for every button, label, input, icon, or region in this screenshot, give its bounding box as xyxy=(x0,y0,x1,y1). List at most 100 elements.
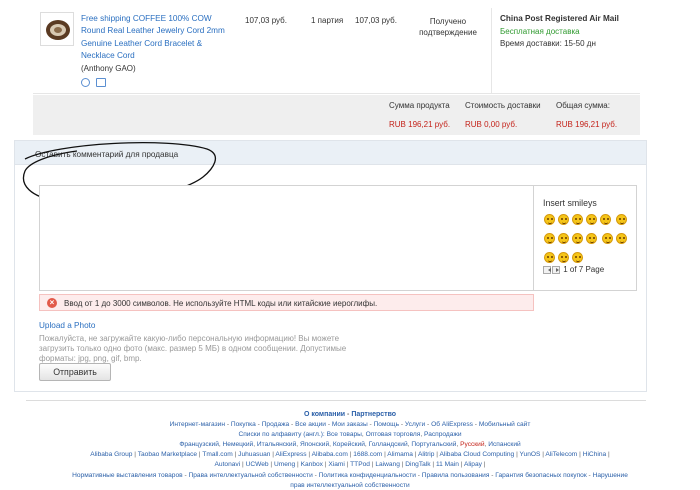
footer-line-4: Alibaba Group | Taobao Marketplace | Tma… xyxy=(90,451,610,459)
footer-link[interactable]: Политика конфиденциальности xyxy=(319,472,416,479)
footer-link[interactable]: Оптовая торговля xyxy=(366,431,421,438)
seller-comment-panel: Оставить комментарий для продавца Insert… xyxy=(14,140,647,392)
footer-link[interactable]: Итальянский xyxy=(257,441,296,448)
smiley-icon[interactable] xyxy=(544,252,555,263)
footer-link[interactable]: Интернет-магазин xyxy=(170,421,225,428)
footer-link[interactable]: Alibaba Group xyxy=(90,451,132,458)
site-footer: О компании - Партнерство Интернет-магази… xyxy=(0,410,700,490)
smiley-icon[interactable] xyxy=(558,252,569,263)
footer-link-russian[interactable]: Русский xyxy=(460,441,484,448)
footer-link[interactable]: DingTalk xyxy=(405,461,430,468)
footer-link[interactable]: TTPod xyxy=(350,461,370,468)
shipping-cost-value: RUB 0,00 руб. xyxy=(465,120,518,129)
footer-link[interactable]: Alimama xyxy=(387,451,413,458)
footer-link[interactable]: Kanbox xyxy=(301,461,323,468)
card-icon[interactable] xyxy=(96,78,106,87)
footer-link[interactable]: Alipay xyxy=(464,461,482,468)
smiley-icon[interactable] xyxy=(572,233,583,244)
error-text: Ввод от 1 до 3000 символов. Не используй… xyxy=(64,299,378,308)
footer-link[interactable]: Alibaba Cloud Computing xyxy=(439,451,514,458)
footer-link[interactable]: Xiami xyxy=(328,461,345,468)
smiley-icon[interactable] xyxy=(602,233,614,244)
upload-photo-link[interactable]: Upload a Photo xyxy=(39,321,95,330)
footer-link[interactable]: Autonavi xyxy=(215,461,241,468)
footer-link[interactable]: Все акции xyxy=(295,421,326,428)
footer-link[interactable]: Все товары xyxy=(327,431,362,438)
footer-link[interactable]: Alibaba.com xyxy=(312,451,348,458)
smiley-icon[interactable] xyxy=(558,233,569,244)
smiley-icon[interactable] xyxy=(572,252,583,263)
footer-link[interactable]: Alitrip xyxy=(418,451,435,458)
product-thumbnail[interactable] xyxy=(40,12,74,46)
footer-divider xyxy=(26,400,646,401)
shipping-method: China Post Registered Air Mail xyxy=(500,14,619,23)
footer-link[interactable]: Японский xyxy=(300,441,329,448)
footer-link[interactable]: AliExpress xyxy=(275,451,306,458)
item-total-price: 107,03 руб. xyxy=(355,16,397,25)
footer-link[interactable]: Услуги xyxy=(405,421,425,428)
smiley-icon[interactable] xyxy=(616,233,628,244)
order-item-row: Free shipping COFFEE 100% COW Round Real… xyxy=(33,8,640,94)
footer-link[interactable]: Голландский xyxy=(369,441,408,448)
smileys-pager: 1 of 7 Page xyxy=(543,265,604,274)
footer-link[interactable]: Немецкий xyxy=(223,441,254,448)
footer-link[interactable]: 1688.com xyxy=(353,451,382,458)
footer-link-spanish[interactable]: Испанский xyxy=(488,441,520,448)
send-button[interactable]: Отправить xyxy=(39,363,111,381)
footer-link[interactable]: AliTelecom xyxy=(545,451,577,458)
footer-link[interactable]: HiChina xyxy=(583,451,606,458)
footer-line-5: Autonavi | UCWeb | Umeng | Kanbox | Xiam… xyxy=(214,461,486,469)
footer-line-6: Нормативные выставления товаров - Права … xyxy=(72,471,628,479)
footer-link[interactable]: Гарантия безопасных покупок xyxy=(495,472,586,479)
error-icon: × xyxy=(47,298,57,308)
smiley-icon[interactable] xyxy=(544,233,555,244)
footer-line-7[interactable]: прав интеллектуальной собственности xyxy=(0,481,700,490)
footer-link[interactable]: Нарушение xyxy=(593,472,628,479)
error-message-bar: × Ввод от 1 до 3000 символов. Не использ… xyxy=(39,294,534,311)
prev-page-icon[interactable] xyxy=(543,265,551,274)
smiley-icon[interactable] xyxy=(572,214,583,225)
footer-link[interactable]: Покупка xyxy=(231,421,256,428)
smiley-icon[interactable] xyxy=(544,214,555,225)
footer-link[interactable]: 11 Main xyxy=(436,461,459,468)
footer-link[interactable]: Мобильный сайт xyxy=(479,421,531,428)
footer-link[interactable]: Мои заказы xyxy=(332,421,368,428)
product-title-link[interactable]: Free shipping COFFEE 100% COW Round Real… xyxy=(81,13,236,63)
smiley-icon[interactable] xyxy=(558,214,569,225)
footer-link[interactable]: Tmall.com xyxy=(202,451,232,458)
smiley-icon[interactable] xyxy=(586,233,597,244)
footer-link[interactable]: UCWeb xyxy=(246,461,269,468)
alarm-clock-icon[interactable] xyxy=(81,78,90,87)
footer-link[interactable]: Помощь xyxy=(374,421,399,428)
footer-link-partnership[interactable]: Партнерство xyxy=(351,411,396,418)
footer-link[interactable]: Права интеллектуальной собственности xyxy=(189,472,313,479)
footer-link-company[interactable]: О компании xyxy=(304,411,345,418)
comment-textarea[interactable] xyxy=(39,185,534,291)
footer-link[interactable]: Правила пользования xyxy=(422,472,490,479)
footer-link[interactable]: Umeng xyxy=(274,461,295,468)
smiley-grid xyxy=(544,214,634,271)
smiley-icon[interactable] xyxy=(616,214,628,225)
footer-link[interactable]: Французский xyxy=(179,441,219,448)
footer-link[interactable]: Нормативные выставления товаров xyxy=(72,472,183,479)
footer-link[interactable]: Португальский xyxy=(411,441,456,448)
footer-link[interactable]: Laiwang xyxy=(375,461,400,468)
footer-link[interactable]: Juhuasuan xyxy=(238,451,270,458)
unit-price: 107,03 руб. xyxy=(245,16,287,25)
next-page-icon[interactable] xyxy=(552,265,560,274)
footer-link[interactable]: Taobao Marketplace xyxy=(138,451,197,458)
footer-link[interactable]: YunOS xyxy=(520,451,541,458)
product-sum: Сумма продукта RUB 196,21 руб. xyxy=(389,101,450,129)
footer-link[interactable]: Распродажи xyxy=(424,431,462,438)
seller-name: (Anthony GAO) xyxy=(81,64,136,73)
shipping-cost-label: Стоимость доставки xyxy=(465,101,541,110)
smiley-icon[interactable] xyxy=(600,214,611,225)
footer-link[interactable]: Об AliExpress xyxy=(431,421,473,428)
footer-link[interactable]: Продажа xyxy=(262,421,290,428)
smileys-box: Insert smileys 1 of 7 Page xyxy=(533,185,637,291)
footer-line-2: Списки по алфавиту (англ.): Все товары, … xyxy=(238,431,462,439)
footer-link[interactable]: Корейский xyxy=(333,441,365,448)
delivery-time: Время доставки: 15-50 дн xyxy=(500,39,596,48)
product-icons xyxy=(81,78,112,87)
smiley-icon[interactable] xyxy=(586,214,597,225)
